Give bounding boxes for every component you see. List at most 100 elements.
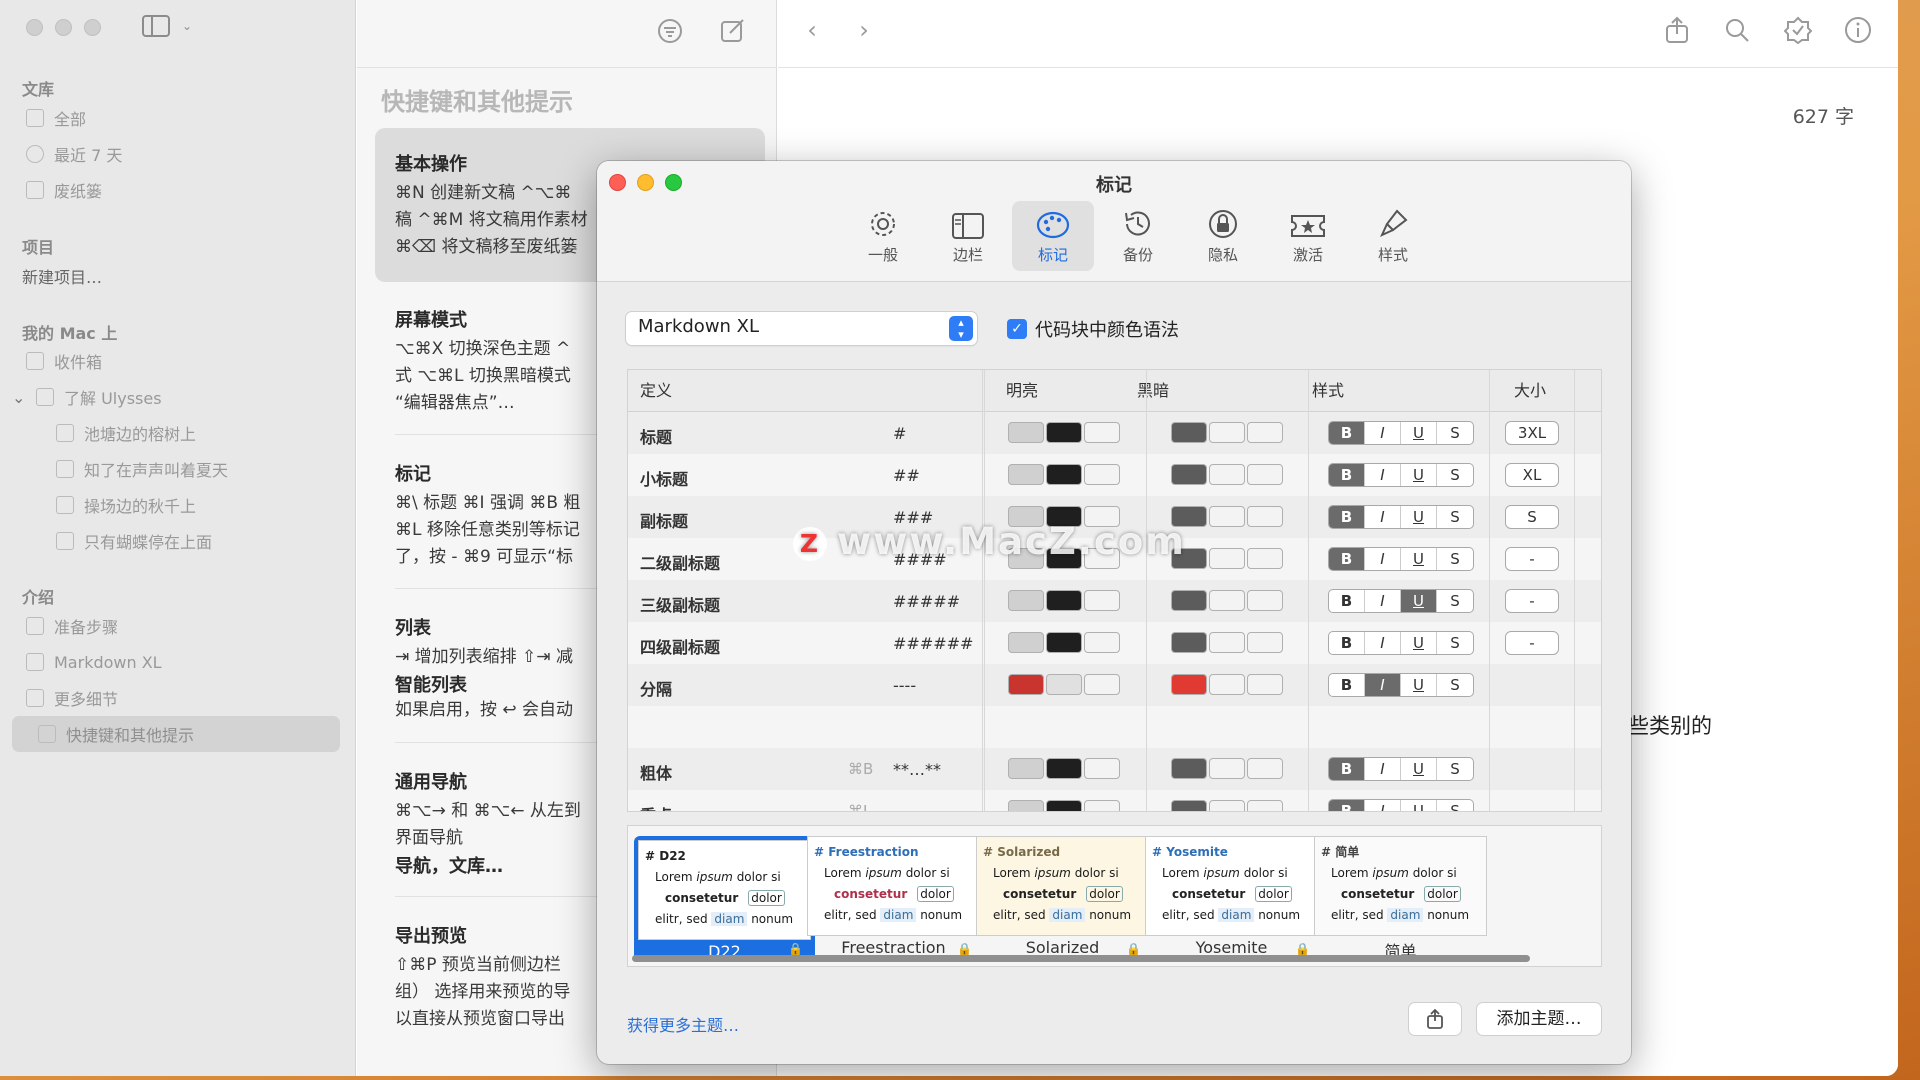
sidebar-item-inbox[interactable]: 收件箱 — [26, 343, 354, 379]
light-color-swatch[interactable] — [1084, 758, 1120, 779]
light-color-swatch[interactable] — [1084, 422, 1120, 443]
column-header-size[interactable]: 大小 — [1500, 370, 1560, 412]
dark-color-swatch[interactable] — [1247, 800, 1283, 811]
sidebar-group-learn[interactable]: ⌄ 了解 Ulysses — [12, 379, 340, 415]
style-toggle-s[interactable]: S — [1437, 590, 1473, 612]
dark-color-swatch[interactable] — [1209, 590, 1245, 611]
style-toggle-b[interactable]: B — [1329, 758, 1365, 780]
tab-style[interactable]: 样式 — [1352, 201, 1434, 271]
table-row[interactable] — [628, 706, 1601, 748]
light-color-swatch[interactable] — [1084, 632, 1120, 653]
style-toggle-i[interactable]: I — [1365, 464, 1401, 486]
zoom-button[interactable] — [84, 19, 101, 36]
table-row[interactable]: 重点 ⌘I BIUS — [628, 790, 1601, 811]
light-color-swatch[interactable] — [1084, 674, 1120, 695]
sidebar-item-shortcuts[interactable]: 快捷键和其他提示 — [12, 716, 340, 752]
table-row[interactable]: 三级副标题 ##### B I U S - — [628, 580, 1601, 622]
dark-color-swatch[interactable] — [1209, 800, 1245, 811]
dark-color-swatch[interactable] — [1209, 632, 1245, 653]
light-color-swatch[interactable] — [1008, 422, 1044, 443]
add-theme-button[interactable]: 添加主题… — [1477, 1003, 1601, 1035]
sidebar-item-sheet[interactable]: 操场边的秋千上 — [56, 487, 384, 523]
horizontal-scrollbar[interactable] — [632, 955, 1530, 962]
dark-color-swatch[interactable] — [1171, 632, 1207, 653]
tab-sidebar[interactable]: 边栏 — [927, 201, 1009, 271]
light-color-swatch[interactable] — [1008, 632, 1044, 653]
light-color-swatch[interactable] — [1008, 674, 1044, 695]
dark-color-swatch[interactable] — [1209, 422, 1245, 443]
column-header-style[interactable]: 样式 — [1258, 370, 1398, 412]
light-color-swatch[interactable] — [1046, 464, 1082, 485]
table-row[interactable]: 粗体 ⌘B **…** B I U S — [628, 748, 1601, 790]
style-toggle-u[interactable]: U — [1401, 548, 1437, 570]
tab-backup[interactable]: 备份 — [1097, 201, 1179, 271]
dark-color-swatch[interactable] — [1209, 758, 1245, 779]
chevron-down-icon[interactable]: ⌄ — [182, 19, 192, 33]
sidebar-item-sheet[interactable]: 只有蝴蝶停在上面 — [56, 523, 384, 559]
light-color-swatch[interactable] — [1046, 632, 1082, 653]
markup-definitions-table[interactable]: 定义 明亮 黑暗 样式 大小 标题 # B I U S 3XL 小标题 ## B I U S XL 副标题 #… — [627, 369, 1602, 812]
style-toggle-u[interactable]: U — [1401, 590, 1437, 612]
theme-card[interactable]: # Yosemite Lorem ipsum dolor si consetetur… — [1141, 836, 1322, 962]
size-popup[interactable]: S — [1505, 505, 1559, 529]
size-popup[interactable]: - — [1505, 589, 1559, 613]
close-button[interactable] — [26, 19, 43, 36]
style-toggle-u[interactable]: U — [1401, 506, 1437, 528]
size-popup[interactable]: - — [1505, 547, 1559, 571]
sidebar-item-recent[interactable]: 最近 7 天 — [26, 136, 354, 172]
style-toggle-u[interactable]: U — [1401, 632, 1437, 654]
get-more-themes-link[interactable]: 获得更多主题… — [627, 1012, 739, 1036]
theme-card[interactable]: # Freestraction Lorem ipsum dolor si conse… — [803, 836, 984, 962]
sidebar-item-trash[interactable]: 废纸篓 — [26, 172, 354, 208]
dark-color-swatch[interactable] — [1171, 758, 1207, 779]
style-toggle-i[interactable]: I — [1365, 758, 1401, 780]
dark-color-swatch[interactable] — [1171, 800, 1207, 811]
style-toggle-s[interactable]: S — [1437, 422, 1473, 444]
style-toggle-s[interactable]: S — [1437, 758, 1473, 780]
light-color-swatch[interactable] — [1084, 800, 1120, 811]
sidebar-item-sheet[interactable]: 池塘边的榕树上 — [56, 415, 384, 451]
dark-color-swatch[interactable] — [1209, 506, 1245, 527]
theme-card[interactable]: # Solarized Lorem ipsum dolor si consetetu… — [972, 836, 1153, 962]
dark-color-swatch[interactable] — [1247, 464, 1283, 485]
style-toggle-b[interactable]: B — [1329, 422, 1365, 444]
light-color-swatch[interactable] — [1046, 674, 1082, 695]
goals-icon[interactable] — [1784, 16, 1812, 44]
style-toggle-u[interactable]: U — [1401, 800, 1437, 811]
share-icon[interactable] — [1664, 16, 1690, 44]
sidebar-toggle-icon[interactable] — [142, 15, 170, 37]
light-color-swatch[interactable] — [1046, 422, 1082, 443]
dark-color-swatch[interactable] — [1209, 464, 1245, 485]
tab-markup[interactable]: 标记 — [1012, 201, 1094, 271]
dark-color-swatch[interactable] — [1247, 590, 1283, 611]
sidebar-item-intro[interactable]: 准备步骤 — [26, 608, 354, 644]
light-color-swatch[interactable] — [1008, 800, 1044, 811]
minimize-button[interactable] — [55, 19, 72, 36]
light-color-swatch[interactable] — [1084, 590, 1120, 611]
style-toggle-i[interactable]: I — [1365, 422, 1401, 444]
sidebar-item-sheet[interactable]: 知了在声声叫着夏天 — [56, 451, 384, 487]
dark-color-swatch[interactable] — [1247, 674, 1283, 695]
info-icon[interactable] — [1844, 16, 1872, 44]
chevron-down-icon[interactable]: ⌄ — [12, 388, 36, 407]
new-project-button[interactable]: 新建项目… — [22, 258, 350, 294]
style-toggle-i[interactable]: I — [1365, 632, 1401, 654]
search-icon[interactable] — [1724, 17, 1750, 43]
style-toggle-b[interactable]: B — [1329, 800, 1365, 811]
filter-icon[interactable] — [657, 18, 683, 44]
size-popup[interactable]: - — [1505, 631, 1559, 655]
dark-color-swatch[interactable] — [1247, 632, 1283, 653]
style-toggle-s[interactable]: S — [1437, 464, 1473, 486]
style-toggle-i[interactable]: I — [1365, 548, 1401, 570]
style-toggle-b[interactable]: B — [1329, 506, 1365, 528]
sidebar-item-all[interactable]: 全部 — [26, 100, 354, 136]
column-header-light[interactable]: 明亮 — [972, 370, 1072, 412]
light-color-swatch[interactable] — [1046, 758, 1082, 779]
dark-color-swatch[interactable] — [1247, 758, 1283, 779]
theme-card[interactable]: # D22 Lorem ipsum dolor si consetetur dolor… — [634, 836, 815, 962]
tab-privacy[interactable]: 隐私 — [1182, 201, 1264, 271]
light-color-swatch[interactable] — [1008, 590, 1044, 611]
table-row[interactable]: 分隔 ---- B I U S — [628, 664, 1601, 706]
tab-general[interactable]: 一般 — [842, 201, 924, 271]
style-toggle-b[interactable]: B — [1329, 674, 1365, 696]
